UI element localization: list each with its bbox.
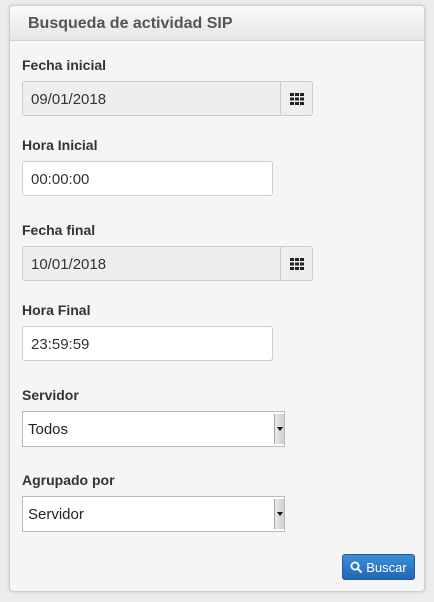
search-button-label: Buscar xyxy=(366,559,407,575)
fecha-inicial-field[interactable]: 09/01/2018 xyxy=(22,81,281,116)
fecha-final-calendar-button[interactable] xyxy=(280,246,313,281)
search-icon xyxy=(350,561,363,573)
agrupado-por-label: Agrupado por xyxy=(22,472,115,488)
fecha-inicial-calendar-button[interactable] xyxy=(280,81,313,116)
search-button[interactable]: Buscar xyxy=(342,554,415,580)
calendar-grid-icon xyxy=(289,257,304,270)
agrupado-por-select-value: Servidor xyxy=(28,506,84,523)
fecha-inicial-label: Fecha inicial xyxy=(22,57,107,73)
chevron-down-icon xyxy=(274,414,284,444)
servidor-select-value: Todos xyxy=(28,421,69,438)
search-panel: Busqueda de actividad SIP Fecha inicial … xyxy=(9,5,425,592)
calendar-grid-icon xyxy=(289,92,304,105)
chevron-down-icon xyxy=(274,499,284,529)
servidor-select[interactable]: Todos xyxy=(22,411,285,447)
hora-final-input[interactable]: 23:59:59 xyxy=(22,326,273,361)
agrupado-por-select[interactable]: Servidor xyxy=(22,496,285,532)
hora-inicial-label: Hora Inicial xyxy=(22,137,98,153)
hora-final-label: Hora Final xyxy=(22,302,91,318)
panel-title: Busqueda de actividad SIP xyxy=(10,6,424,41)
fecha-final-label: Fecha final xyxy=(22,222,96,238)
servidor-label: Servidor xyxy=(22,387,79,403)
hora-inicial-input[interactable]: 00:00:00 xyxy=(22,161,273,196)
fecha-final-field[interactable]: 10/01/2018 xyxy=(22,246,281,281)
